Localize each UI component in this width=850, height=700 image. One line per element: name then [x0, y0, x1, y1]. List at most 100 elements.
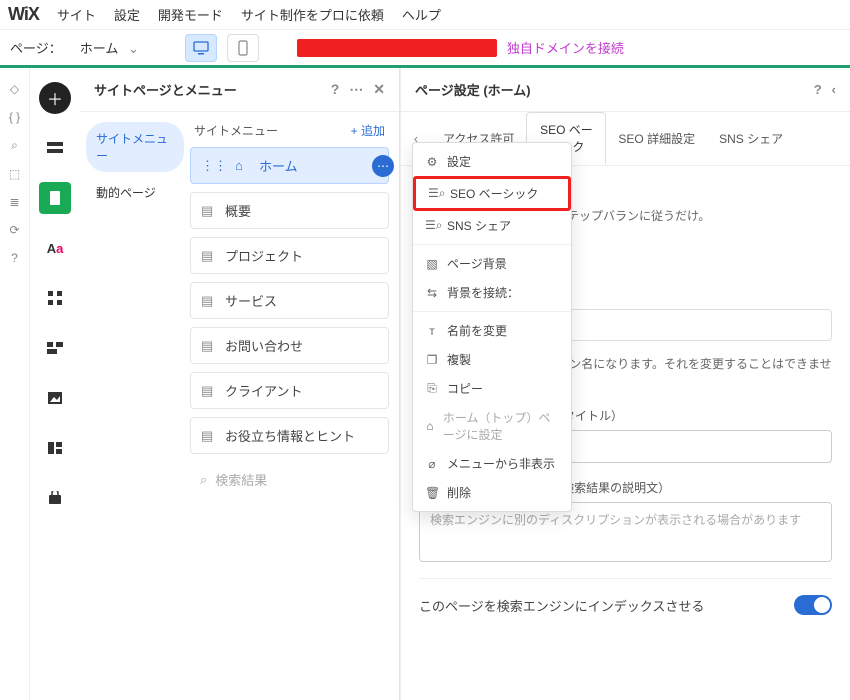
page-icon: ▤	[201, 338, 217, 354]
tool-theme[interactable]: Aa	[39, 232, 71, 264]
gear-icon: ⚙	[425, 155, 439, 169]
tab-sns-share[interactable]: SNS シェア	[707, 120, 795, 157]
home-icon: ⌂	[235, 158, 251, 173]
redacted-bar	[297, 39, 497, 57]
ctx-connect-bg[interactable]: ⇆ 背景を接続：	[413, 278, 571, 307]
ctx-hide[interactable]: ⌀メニューから非表示	[413, 449, 571, 478]
tool-business[interactable]	[39, 332, 71, 364]
chevron-down-icon: ⌄	[128, 41, 139, 56]
add-page-link[interactable]: + 追加	[351, 122, 385, 139]
tool-store[interactable]	[39, 482, 71, 514]
tool-sections[interactable]	[39, 132, 71, 164]
tool-pages[interactable]	[39, 182, 71, 214]
menu-site[interactable]: サイト	[57, 5, 96, 24]
top-menu-bar: WiX サイト 設定 開発モード サイト制作をプロに依頼 ヘルプ	[0, 0, 850, 30]
ctx-label: ページ背景	[447, 255, 507, 272]
page-item[interactable]: ▤お役立ち情報とヒント	[190, 417, 389, 454]
page-item[interactable]: ▤ クライアント	[190, 372, 389, 409]
add-element-button[interactable]: ＋	[39, 82, 71, 114]
divider	[413, 244, 571, 245]
menu-devmode[interactable]: 開発モード	[158, 5, 223, 24]
ctx-sns-share[interactable]: ☰⌕ SNS シェア	[413, 211, 571, 240]
page-icon: ▤	[201, 383, 217, 399]
seo-icon: ☰⌕	[428, 186, 442, 201]
pages-panel: サイトページとメニュー ? ⋯ ✕ サイトメニュー 動的ページ サイトメニュー …	[80, 68, 400, 700]
back-icon[interactable]: ‹	[832, 82, 836, 97]
rail-icon-help[interactable]: ?	[11, 251, 18, 265]
search-placeholder: 検索結果	[215, 470, 267, 489]
rail-icon-braces[interactable]: { }	[9, 110, 20, 124]
page-item-label: お問い合わせ	[225, 336, 303, 355]
more-icon[interactable]: ⋯	[349, 81, 363, 98]
menu-settings[interactable]: 設定	[114, 5, 140, 24]
page-item-label: プロジェクト	[225, 246, 303, 265]
search-icon: ⌕	[200, 472, 207, 488]
logo: WiX	[8, 4, 39, 25]
ctx-seo-basic[interactable]: ☰⌕ SEO ベーシック	[413, 176, 571, 211]
ctx-delete[interactable]: 🗑 削除	[413, 478, 571, 507]
ctx-copy[interactable]: ⎘コピー	[413, 374, 571, 403]
tool-media[interactable]	[39, 382, 71, 414]
page-item-label: お役立ち情報とヒント	[225, 426, 355, 445]
tool-apps[interactable]	[39, 282, 71, 314]
desktop-icon	[193, 41, 209, 55]
ctx-label: 背景を接続：	[447, 284, 519, 301]
desktop-view-button[interactable]	[185, 34, 217, 62]
index-toggle[interactable]	[794, 595, 832, 615]
close-icon[interactable]: ✕	[373, 81, 385, 98]
page-item[interactable]: ▤プロジェクト	[190, 237, 389, 274]
share-icon: ☰⌕	[425, 218, 439, 233]
duplicate-icon: ❐	[425, 353, 439, 367]
ctx-label: SNS シェア	[447, 217, 511, 234]
page-item[interactable]: ▤ お問い合わせ	[190, 327, 389, 364]
mobile-icon	[238, 40, 248, 56]
code-rail: ◇ { } ⌕ ⬚ ≣ ⟳ ?	[0, 68, 30, 700]
divider	[419, 578, 832, 579]
drag-handle-icon[interactable]: ⋮⋮	[201, 158, 227, 174]
page-actions-button[interactable]: ⋯	[372, 155, 394, 177]
side-tab-dynamic-pages[interactable]: 動的ページ	[86, 176, 184, 209]
ctx-label: コピー	[447, 380, 483, 397]
page-item-label: サービス	[225, 291, 277, 310]
link-icon: ⇆	[425, 286, 439, 300]
background-icon: ▧	[425, 257, 439, 271]
page-search[interactable]: ⌕ 検索結果	[190, 462, 389, 497]
editor-tools-sidebar: ＋ Aa	[30, 68, 80, 700]
ctx-settings[interactable]: ⚙ 設定	[413, 147, 571, 176]
menu-hirepro[interactable]: サイト制作をプロに依頼	[241, 5, 384, 24]
rail-icon-cube[interactable]: ⬚	[9, 167, 20, 181]
ctx-duplicate[interactable]: ❐複製	[413, 345, 571, 374]
page-item[interactable]: ▤ サービス	[190, 282, 389, 319]
page-icon: ▤	[201, 293, 217, 309]
tool-layout[interactable]	[39, 432, 71, 464]
page-item[interactable]: ▤概要	[190, 192, 389, 229]
page-item-label: クライアント	[225, 381, 302, 400]
ctx-label: 名前を変更	[447, 322, 507, 339]
rail-icon-search[interactable]: ⌕	[11, 138, 18, 153]
ctx-label: 削除	[447, 484, 471, 501]
ctx-label: SEO ベーシック	[450, 185, 538, 202]
menu-help[interactable]: ヘルプ	[402, 5, 441, 24]
ctx-rename[interactable]: ᴛ名前を変更	[413, 316, 571, 345]
help-icon[interactable]: ?	[331, 81, 340, 98]
connect-domain-link[interactable]: 独自ドメインを接続	[507, 38, 624, 57]
side-tab-site-menu[interactable]: サイトメニュー	[86, 122, 184, 172]
page-item-label: ホーム	[259, 156, 298, 175]
pages-list-heading: サイトメニュー	[194, 122, 278, 139]
rail-icon-db[interactable]: ≣	[9, 195, 19, 209]
hide-icon: ⌀	[425, 457, 439, 471]
trash-icon: 🗑	[425, 486, 439, 500]
page-item-home[interactable]: ⋮⋮ ⌂ ホーム ⋯	[190, 147, 389, 184]
page-context-menu: ⚙ 設定 ☰⌕ SEO ベーシック ☰⌕ SNS シェア ▧ ページ背景 ⇆ 背景を接続：…	[412, 142, 572, 512]
page-dropdown-value: ホーム	[80, 41, 119, 56]
ctx-label: 設定	[447, 153, 471, 170]
ctx-set-home: ⌂ホーム（トップ）ページに設定	[413, 403, 571, 449]
mobile-view-button[interactable]	[227, 34, 259, 62]
tab-seo-advanced[interactable]: SEO 詳細設定	[606, 120, 707, 157]
rail-icon-run[interactable]: ⟳	[9, 223, 19, 237]
ctx-page-bg[interactable]: ▧ ページ背景	[413, 249, 571, 278]
editor-toolbar: ページ： ホーム ⌄ 独自ドメインを接続	[0, 30, 850, 68]
help-icon[interactable]: ?	[814, 82, 822, 97]
page-dropdown[interactable]: ホーム ⌄	[72, 36, 147, 59]
rail-icon-bracket[interactable]: ◇	[10, 82, 19, 96]
